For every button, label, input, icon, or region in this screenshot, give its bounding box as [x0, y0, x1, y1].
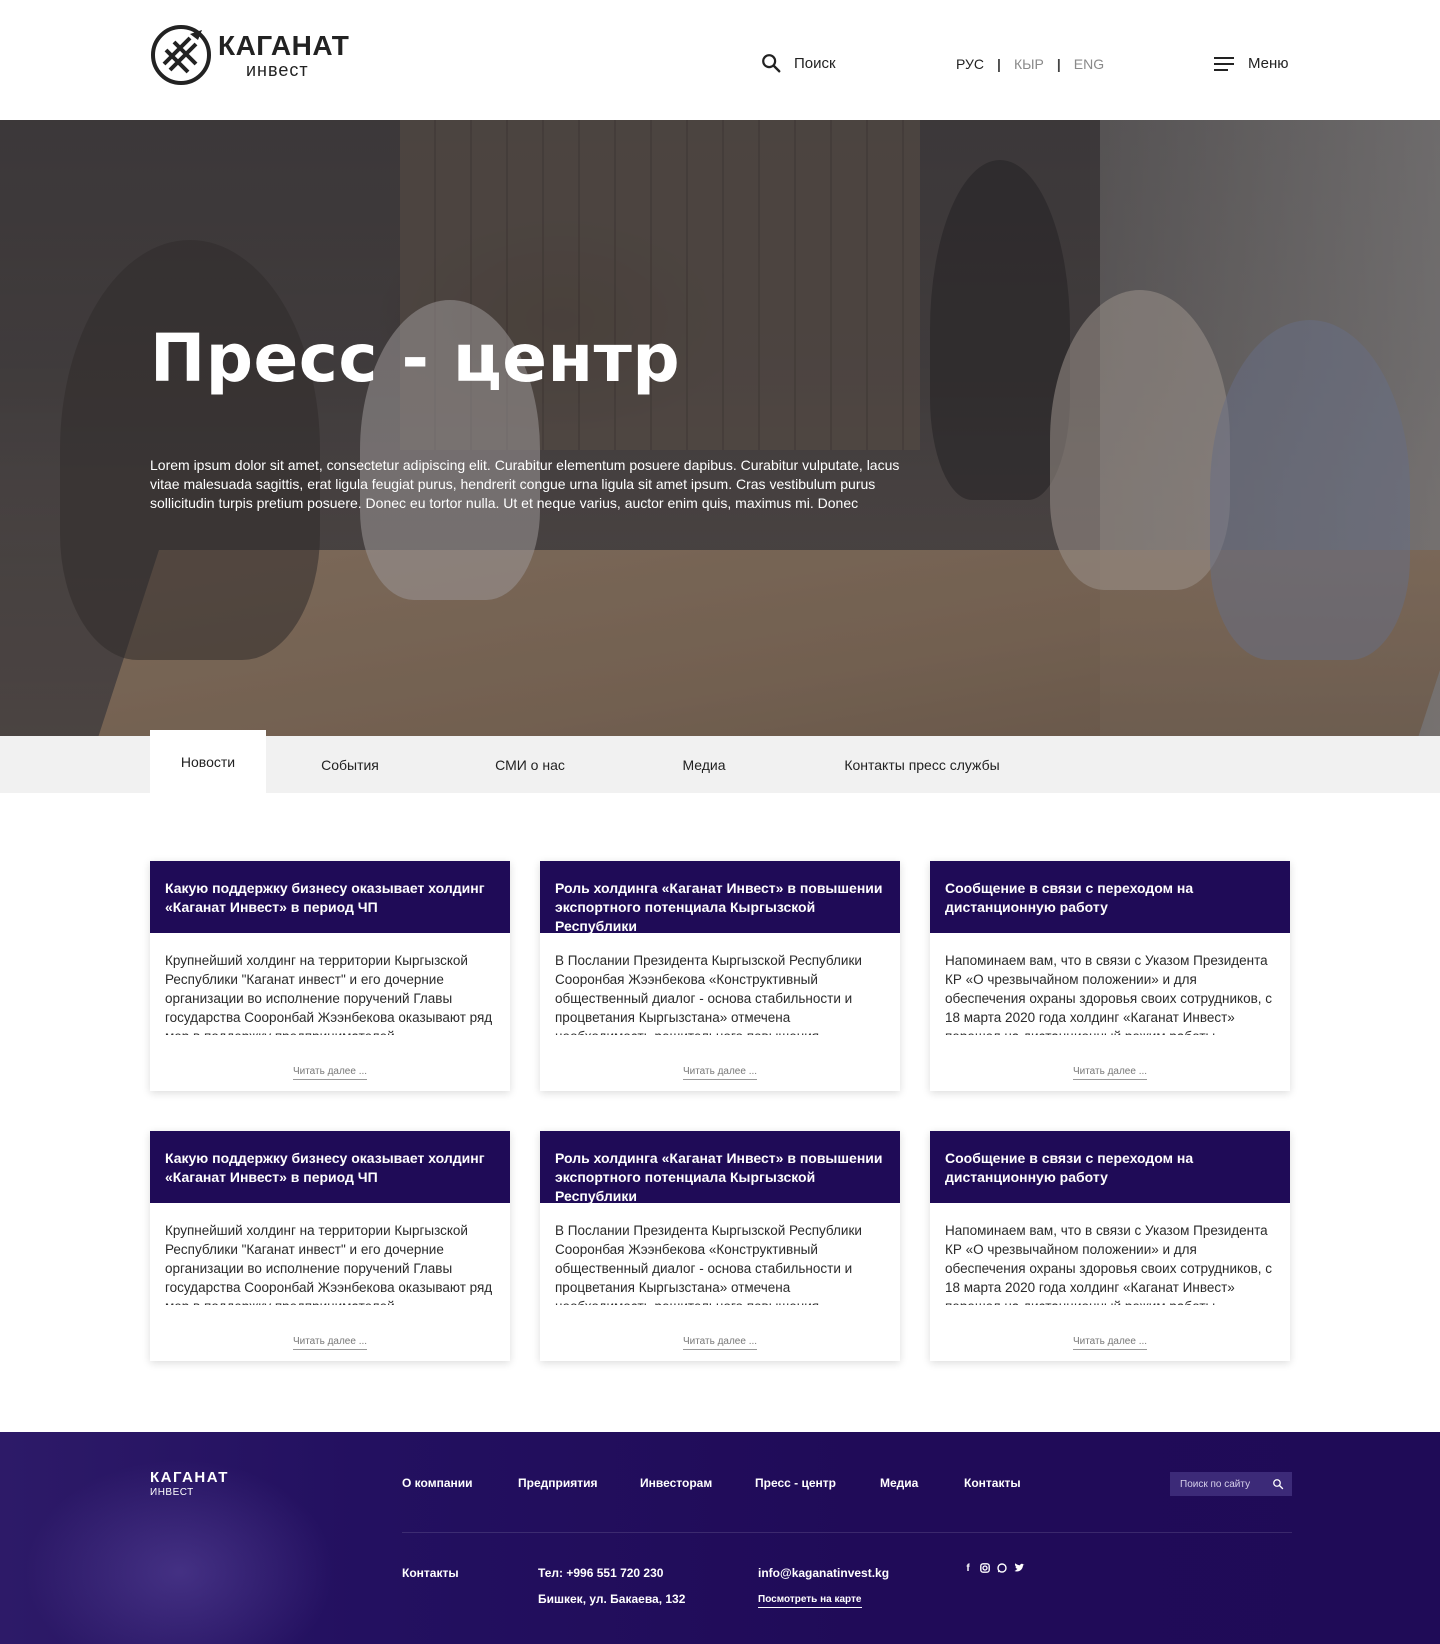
footer-search — [1170, 1472, 1292, 1496]
logo[interactable]: КАГАНАТ ИНВЕСТ — [150, 24, 349, 86]
read-more-link[interactable]: Читать далее ... — [682, 1066, 758, 1080]
footer-nav-contacts[interactable]: Контакты — [964, 1476, 1021, 1490]
news-card[interactable]: Какую поддержку бизнесу оказывает холдин… — [150, 861, 510, 1091]
search-icon[interactable] — [1272, 1478, 1284, 1490]
site-header: КАГАНАТ ИНВЕСТ Поиск РУС | КЫР | ENG Мен… — [0, 0, 1440, 120]
news-card-excerpt: Напоминаем вам, что в связи с Указом Пре… — [945, 953, 1273, 1035]
news-card-title[interactable]: Роль холдинга «Каганат Инвест» в повышен… — [540, 861, 900, 934]
hero-description: Lorem ipsum dolor sit amet, consectetur … — [150, 457, 900, 511]
news-card-title[interactable]: Роль холдинга «Каганат Инвест» в повышен… — [540, 1131, 900, 1204]
site-footer: КАГАНАТ ИНВЕСТ О компании Предприятия Ин… — [0, 1432, 1440, 1644]
news-card-title[interactable]: Сообщение в связи с переходом на дистанц… — [930, 1131, 1290, 1203]
news-card[interactable]: Роль холдинга «Каганат Инвест» в повышен… — [540, 1131, 900, 1361]
footer-nav-media[interactable]: Медиа — [880, 1476, 918, 1490]
hero-banner: Пресс - центр Lorem ipsum dolor sit amet… — [0, 120, 1440, 736]
read-more-link[interactable]: Читать далее ... — [1072, 1066, 1148, 1080]
news-card-title[interactable]: Какую поддержку бизнесу оказывает холдин… — [150, 1131, 510, 1203]
read-more-link[interactable]: Читать далее ... — [682, 1336, 758, 1350]
footer-logo[interactable]: КАГАНАТ ИНВЕСТ — [150, 1470, 229, 1498]
search-label: Поиск — [794, 54, 836, 72]
footer-logo-line-1: КАГАНАТ — [150, 1469, 229, 1486]
news-card-title[interactable]: Сообщение в связи с переходом на дистанц… — [930, 861, 1290, 933]
page-title: Пресс - центр — [150, 320, 681, 397]
hero-overlay — [0, 120, 1440, 736]
facebook-icon[interactable]: f — [962, 1562, 974, 1574]
instagram-icon[interactable] — [979, 1562, 991, 1574]
tab-media[interactable]: Медиа — [664, 736, 744, 793]
read-more-link[interactable]: Читать далее ... — [292, 1336, 368, 1350]
tab-events[interactable]: События — [300, 736, 400, 793]
lang-divider: | — [1056, 56, 1061, 72]
search-button[interactable]: Поиск — [760, 52, 836, 74]
search-icon — [762, 54, 781, 73]
footer-phone[interactable]: Тел: +996 551 720 230 — [538, 1566, 663, 1580]
news-card-excerpt: Крупнейший холдинг на территории Кыргызс… — [165, 953, 493, 1035]
hamburger-icon — [1214, 56, 1234, 71]
press-tabs: Новости События СМИ о нас Медиа Контакты… — [0, 730, 1440, 793]
logo-text: КАГАНАТ ИНВЕСТ — [218, 29, 350, 80]
lang-ru[interactable]: РУС — [956, 56, 984, 72]
lang-divider: | — [997, 56, 1001, 72]
logo-emblem-icon — [151, 25, 211, 85]
logo-line-2: ИНВЕСТ — [246, 59, 309, 80]
news-card-excerpt: В Послании Президента Кыргызской Республ… — [555, 1223, 862, 1305]
footer-logo-line-2: ИНВЕСТ — [150, 1487, 194, 1498]
footer-social-links: f — [962, 1562, 1025, 1574]
news-card[interactable]: Сообщение в связи с переходом на дистанц… — [930, 1131, 1290, 1361]
tab-press-contacts[interactable]: Контакты пресс службы — [832, 736, 1012, 793]
read-more-link[interactable]: Читать далее ... — [1072, 1336, 1148, 1350]
footer-search-input[interactable] — [1180, 1478, 1266, 1490]
lang-en[interactable]: ENG — [1074, 56, 1104, 72]
tab-media-about-us[interactable]: СМИ о нас — [470, 736, 590, 793]
footer-nav-about[interactable]: О компании — [402, 1476, 473, 1490]
news-card[interactable]: Сообщение в связи с переходом на дистанц… — [930, 861, 1290, 1091]
twitter-icon[interactable] — [1013, 1562, 1025, 1574]
news-card-excerpt: Напоминаем вам, что в связи с Указом Пре… — [945, 1223, 1273, 1305]
news-card[interactable]: Роль холдинга «Каганат Инвест» в повышен… — [540, 861, 900, 1091]
footer-address: Бишкек, ул. Бакаева, 132 — [538, 1592, 686, 1606]
read-more-link[interactable]: Читать далее ... — [292, 1066, 368, 1080]
news-card-excerpt: В Послании Президента Кыргызской Республ… — [555, 953, 862, 1035]
footer-email[interactable]: info@kaganatinvest.kg — [758, 1566, 889, 1580]
language-switcher: РУС | КЫР | ENG — [956, 56, 1104, 72]
footer-nav-enterprises[interactable]: Предприятия — [518, 1476, 597, 1490]
menu-button[interactable]: Меню — [1214, 55, 1289, 72]
news-card-title[interactable]: Какую поддержку бизнесу оказывает холдин… — [150, 861, 510, 933]
news-card-excerpt: Крупнейший холдинг на территории Кыргызс… — [165, 1223, 493, 1305]
lang-ky[interactable]: КЫР — [1014, 56, 1044, 72]
whatsapp-icon[interactable] — [996, 1562, 1008, 1574]
tab-news[interactable]: Новости — [150, 730, 266, 793]
news-card[interactable]: Какую поддержку бизнесу оказывает холдин… — [150, 1131, 510, 1361]
footer-divider — [402, 1532, 1292, 1533]
footer-map-link[interactable]: Посмотреть на карте — [758, 1594, 862, 1608]
footer-nav-investors[interactable]: Инвесторам — [640, 1476, 712, 1490]
menu-label: Меню — [1248, 55, 1289, 72]
logo-line-1: КАГАНАТ — [218, 29, 350, 61]
footer-background-image — [0, 1432, 360, 1644]
footer-nav-press-center[interactable]: Пресс - центр — [755, 1476, 836, 1490]
footer-contacts-label: Контакты — [402, 1566, 459, 1580]
